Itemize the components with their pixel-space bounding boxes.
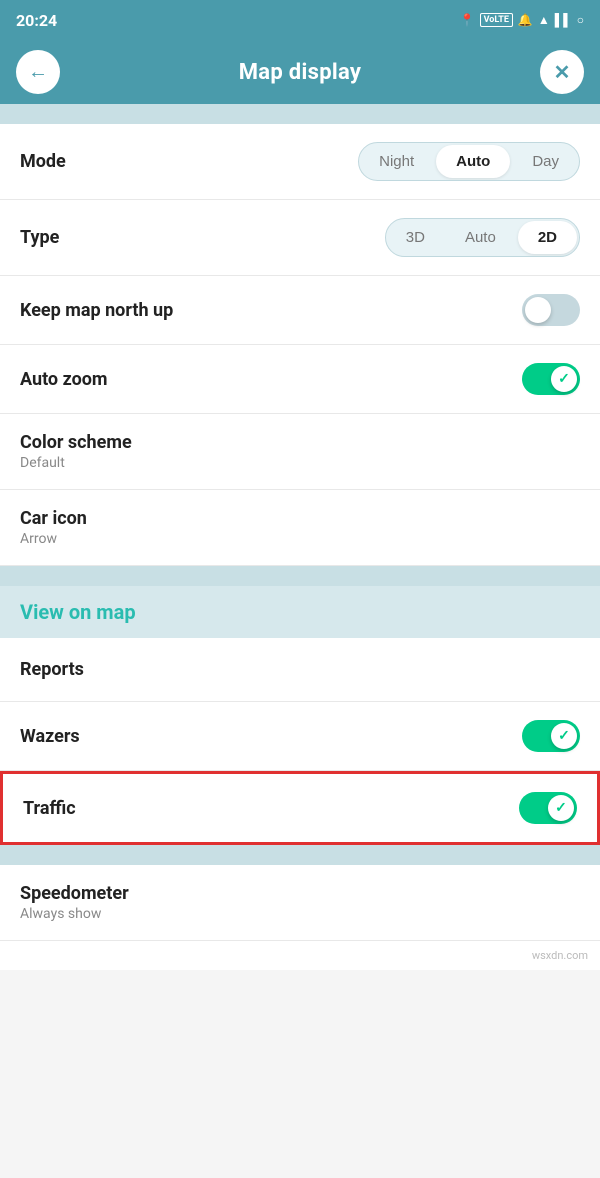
back-button[interactable]: ← [16,50,60,94]
wifi-icon: ▲ [538,13,550,27]
view-on-map-section-header: View on map [0,586,600,638]
wazers-row: Wazers ✓ [0,702,600,771]
traffic-label: Traffic [23,798,76,819]
watermark: wsxdn.com [0,941,600,970]
keep-north-label: Keep map north up [20,300,173,321]
wazers-check-icon: ✓ [558,728,570,744]
mute-icon: 🔔 [518,13,533,27]
signal-icon: ▌▌ [555,13,572,27]
wazers-knob: ✓ [551,723,577,749]
wazers-label: Wazers [20,726,80,747]
keep-north-row: Keep map north up [0,276,600,345]
view-on-map-divider [0,566,600,586]
traffic-knob: ✓ [548,795,574,821]
auto-zoom-check-icon: ✓ [558,371,570,387]
reports-label: Reports [20,659,84,680]
view-on-map-list: Reports Wazers ✓ Traffic ✓ [0,638,600,845]
traffic-slider: ✓ [519,792,577,824]
mode-segmented-control[interactable]: Night Auto Day [358,142,580,181]
traffic-toggle[interactable]: ✓ [519,792,577,824]
type-auto-btn[interactable]: Auto [445,219,516,256]
mode-auto-btn[interactable]: Auto [436,145,510,178]
traffic-check-icon: ✓ [555,800,567,816]
type-3d-btn[interactable]: 3D [386,219,445,256]
mode-label: Mode [20,151,66,172]
bottom-divider [0,845,600,865]
location-icon: 📍 [460,13,475,27]
wazers-toggle[interactable]: ✓ [522,720,580,752]
auto-zoom-toggle[interactable]: ✓ [522,363,580,395]
color-scheme-label: Color scheme [20,432,132,453]
auto-zoom-row: Auto zoom ✓ [0,345,600,414]
color-scheme-row[interactable]: Color scheme Default [0,414,600,490]
car-icon-row[interactable]: Car icon Arrow [0,490,600,566]
close-button[interactable]: ✕ [540,50,584,94]
type-row: Type 3D Auto 2D [0,200,600,276]
traffic-row: Traffic ✓ [0,771,600,845]
status-icons: 📍 VoLTE 🔔 ▲ ▌▌ ○ [460,13,584,27]
page-title: Map display [239,60,362,85]
speedometer-label: Speedometer [20,883,129,904]
volte-badge: VoLTE [480,13,513,27]
view-on-map-title: View on map [20,600,136,624]
battery-icon: ○ [577,13,584,27]
type-2d-btn[interactable]: 2D [518,221,577,254]
mode-row: Mode Night Auto Day [0,124,600,200]
type-label: Type [20,227,59,248]
car-icon-label: Car icon [20,508,87,529]
speedometer-section: Speedometer Always show [0,865,600,941]
app-header: ← Map display ✕ [0,40,600,104]
auto-zoom-knob: ✓ [551,366,577,392]
keep-north-knob [525,297,551,323]
mode-day-btn[interactable]: Day [512,143,579,180]
status-time: 20:24 [16,11,57,30]
keep-north-slider [522,294,580,326]
status-bar: 20:24 📍 VoLTE 🔔 ▲ ▌▌ ○ [0,0,600,40]
mode-night-btn[interactable]: Night [359,143,434,180]
color-scheme-value: Default [20,455,65,471]
top-divider [0,104,600,124]
auto-zoom-label: Auto zoom [20,369,108,390]
auto-zoom-slider: ✓ [522,363,580,395]
speedometer-value: Always show [20,906,101,922]
settings-list: Mode Night Auto Day Type 3D Auto 2D Keep… [0,124,600,566]
speedometer-row[interactable]: Speedometer Always show [0,865,600,941]
type-segmented-control[interactable]: 3D Auto 2D [385,218,580,257]
wazers-slider: ✓ [522,720,580,752]
keep-north-toggle[interactable] [522,294,580,326]
reports-row[interactable]: Reports [0,638,600,702]
car-icon-value: Arrow [20,531,57,547]
